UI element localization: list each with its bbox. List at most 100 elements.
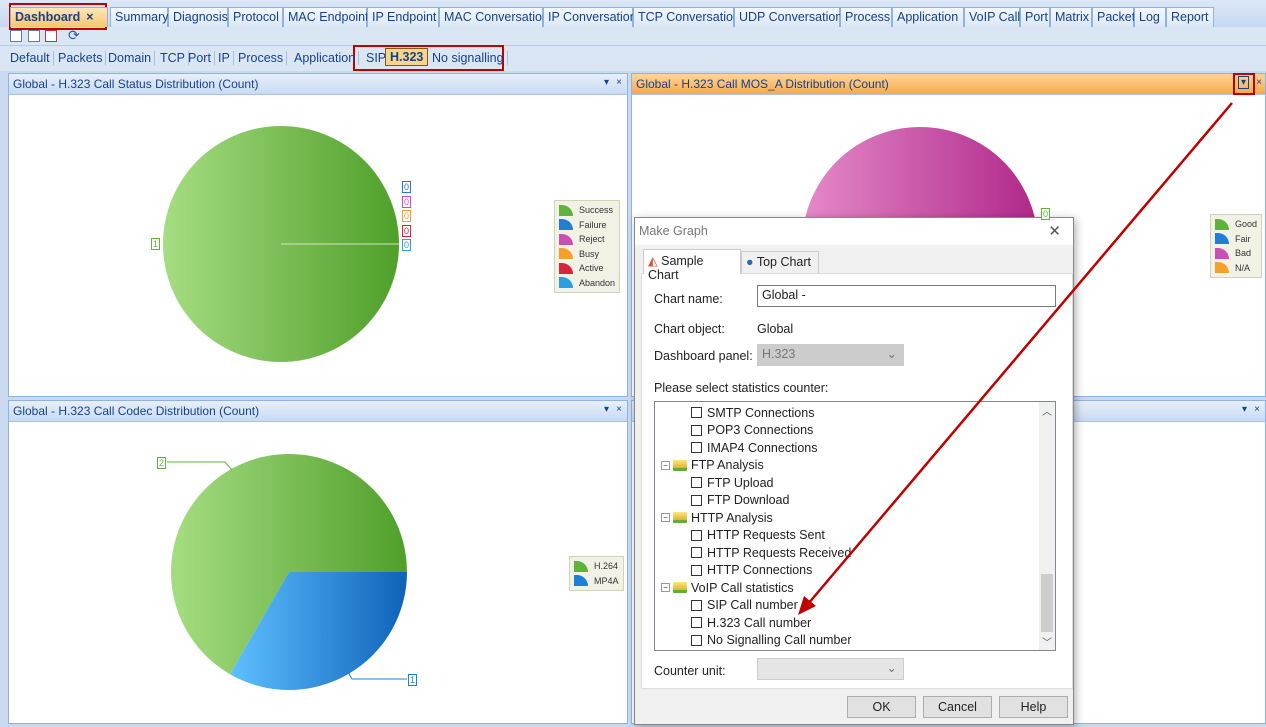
ok-button[interactable]: OK (847, 696, 916, 718)
dashboard-panel-select[interactable]: H.323 ⌄ (757, 344, 904, 366)
tab-protocol[interactable]: Protocol (228, 7, 283, 27)
tab-voip-call[interactable]: VoIP Call (964, 7, 1020, 27)
collapse-icon[interactable]: − (661, 583, 670, 592)
checkbox[interactable] (691, 477, 702, 488)
legend-label: Active (579, 263, 604, 274)
tab-udp-conversation[interactable]: UDP Conversation (734, 7, 842, 27)
tab-packet[interactable]: Packet (1092, 7, 1135, 27)
tab-matrix[interactable]: Matrix (1050, 7, 1092, 27)
legend-label: Fair (1235, 233, 1251, 244)
checkbox[interactable] (691, 564, 702, 576)
counter-group[interactable]: − VoIP Call statistics (661, 579, 794, 596)
scroll-thumb[interactable] (1041, 574, 1053, 632)
tab-sample-chart[interactable]: ◭ Sample Chart (643, 249, 741, 282)
legend-label: MP4A (594, 575, 619, 586)
subtab-no-signalling[interactable]: No signalling (429, 51, 508, 65)
counter-group[interactable]: − FTP Analysis (661, 457, 764, 474)
legend-label: N/A (1235, 262, 1251, 273)
checkbox[interactable] (691, 494, 702, 506)
legend-swatch (559, 204, 573, 216)
tab-dashboard[interactable]: Dashboard × (10, 7, 108, 27)
counter-item[interactable]: HTTP Requests Received (691, 544, 851, 561)
tab-close-button[interactable]: × (86, 10, 93, 24)
subtab-application[interactable]: Application (291, 51, 360, 65)
item-label: HTTP Requests Sent (707, 528, 825, 542)
tab-process[interactable]: Process (840, 7, 892, 27)
legend-swatch (1215, 262, 1229, 274)
tree-scrollbar[interactable]: ︿ ﹀ (1039, 402, 1055, 650)
subtab-packets[interactable]: Packets (55, 51, 107, 65)
tab-ip-conversation[interactable]: IP Conversation (543, 7, 637, 27)
chart-name-input[interactable]: Global - (757, 285, 1056, 307)
counter-item[interactable]: HTTP Requests Sent (691, 527, 825, 544)
checkbox[interactable] (691, 547, 702, 558)
tab-label: Port (1025, 10, 1048, 24)
counter-item[interactable]: H.323 Call number (691, 614, 811, 631)
data-label: 0 (402, 224, 412, 237)
tab-label: Application (897, 10, 959, 24)
legend-item: Bad (1215, 246, 1257, 261)
sample-chart-icon: ◭ (648, 254, 658, 268)
legend-swatch (1215, 247, 1229, 259)
subtab-process[interactable]: Process (235, 51, 288, 65)
data-label: 0 (402, 210, 412, 222)
counter-item[interactable]: SIP Call number (691, 597, 798, 614)
tab-log[interactable]: Log (1134, 7, 1166, 27)
tab-mac-endpoint[interactable]: MAC Endpoint (283, 7, 369, 27)
folder-icon (673, 459, 687, 471)
subtab-port[interactable]: Port (185, 51, 215, 65)
checkbox[interactable] (691, 442, 702, 453)
tab-ip-endpoint[interactable]: IP Endpoint (367, 7, 439, 27)
subtab-ip[interactable]: IP (215, 51, 234, 65)
legend-status: Success Failure Reject Busy Active Abandon (554, 200, 621, 293)
checkbox[interactable] (691, 599, 702, 611)
scroll-up-icon[interactable]: ︿ (1042, 403, 1052, 418)
subtab-default[interactable]: Default (7, 51, 54, 65)
counter-item[interactable]: IMAP4 Connections (691, 439, 817, 456)
checkbox[interactable] (691, 407, 702, 418)
item-label: H.323 Call number (707, 615, 812, 630)
checkbox[interactable] (691, 634, 702, 646)
legend-label: Success (579, 205, 614, 216)
legend-label: Reject (579, 234, 605, 245)
checkbox[interactable] (691, 424, 702, 436)
make-graph-dialog: Make Graph ✕ Chart name: Global - Chart … (634, 217, 1074, 725)
counter-item[interactable]: FTP Upload (691, 474, 773, 491)
tab-application[interactable]: Application (892, 7, 964, 27)
collapse-icon[interactable]: − (661, 513, 670, 522)
tab-label: Matrix (1055, 10, 1090, 24)
checkbox[interactable] (691, 529, 702, 541)
tab-mac-conversation[interactable]: MAC Conversation (439, 7, 549, 27)
subtab-domain[interactable]: Domain (105, 51, 156, 65)
item-label: No Signalling Call number (707, 633, 852, 647)
scroll-down-icon[interactable]: ﹀ (1042, 634, 1052, 649)
collapse-icon[interactable]: − (661, 460, 670, 470)
chevron-down-icon: ⌄ (886, 347, 897, 361)
counter-prompt: Please select statistics counter: (654, 381, 829, 395)
top-chart-icon: ● (746, 255, 754, 269)
tab-port[interactable]: Port (1020, 7, 1050, 27)
counter-tree[interactable]: ︿ ﹀ SMTP Connections POP3 Connections IMAP… (654, 401, 1056, 651)
tab-top-chart[interactable]: ● Top Chart (741, 251, 819, 273)
tab-tcp-conversation[interactable]: TCP Conversation (633, 7, 740, 27)
item-label: HTTP Analysis (691, 510, 773, 525)
counter-unit-select[interactable]: ⌄ (757, 658, 904, 680)
tab-summary[interactable]: Summary (110, 7, 168, 27)
data-label: 0 (402, 181, 412, 193)
dialog-close-button[interactable]: ✕ (1048, 222, 1061, 240)
help-button[interactable]: Help (999, 696, 1068, 718)
tab-diagnosis[interactable]: Diagnosis (168, 7, 228, 27)
counter-item[interactable]: HTTP Connections (691, 562, 812, 579)
subtab-h-323[interactable]: H.323 (385, 48, 429, 66)
counter-item[interactable]: FTP Download (691, 492, 789, 509)
legend-swatch (559, 233, 573, 245)
counter-item[interactable]: POP3 Connections (691, 422, 813, 439)
tab-report[interactable]: Report (1166, 7, 1214, 27)
counter-item[interactable]: No Signalling Call number (691, 632, 852, 649)
checkbox[interactable] (691, 617, 702, 628)
chart-object-value: Global (757, 322, 794, 336)
counter-item[interactable]: SMTP Connections (691, 404, 814, 421)
folder-icon (673, 582, 687, 593)
counter-group[interactable]: − HTTP Analysis (661, 509, 773, 526)
cancel-button[interactable]: Cancel (923, 696, 992, 718)
